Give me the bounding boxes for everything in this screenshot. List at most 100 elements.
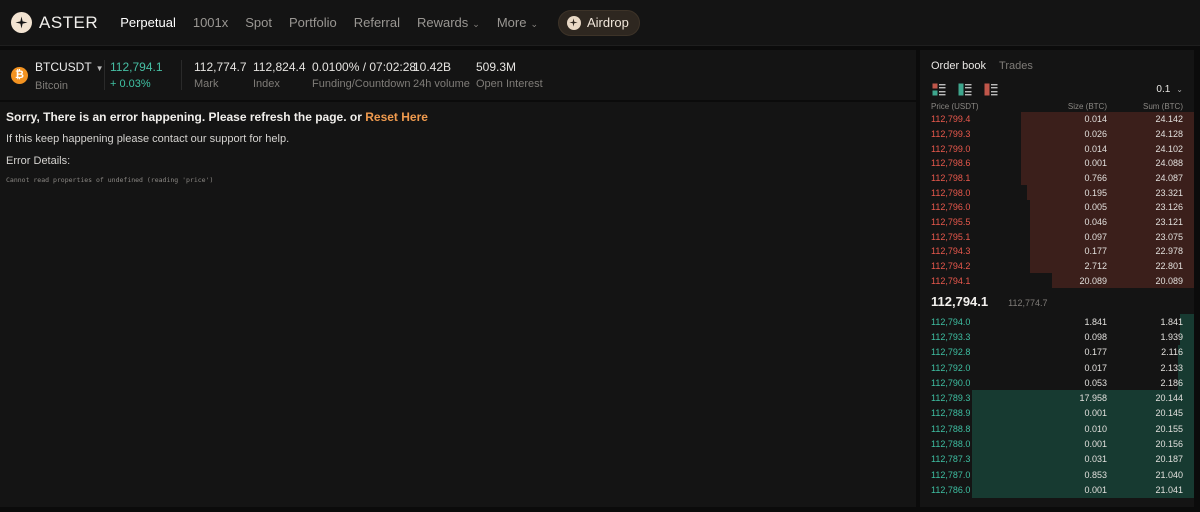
ask-row[interactable]: 112,798.6 0.001 24.088 (920, 155, 1194, 171)
bid-row[interactable]: 112,790.0 0.053 2.186 (920, 375, 1194, 391)
view-asks-icon[interactable] (984, 83, 998, 96)
funding-countdown: 0.0100% / 07:02:28 (312, 60, 417, 74)
bitcoin-icon: ₿ (11, 66, 28, 84)
funding-label: Funding/Countdown (312, 78, 411, 90)
order-size: 0.097 (1084, 231, 1107, 242)
order-sum: 23.121 (1155, 216, 1183, 227)
view-both-icon[interactable] (932, 83, 946, 96)
mid-price-row: 112,794.1 112,774.7 (920, 288, 1194, 312)
ask-row[interactable]: 112,795.5 0.046 23.121 (920, 214, 1194, 230)
nav-rewards[interactable]: Rewards ⌄ (417, 15, 480, 30)
nav-portfolio[interactable]: Portfolio (289, 15, 337, 30)
nav-referral[interactable]: Referral (354, 15, 400, 30)
ask-row[interactable]: 112,799.0 0.014 24.102 (920, 141, 1194, 156)
order-price: 112,789.3 (931, 393, 971, 404)
ask-row[interactable]: 112,794.2 2.712 22.801 (920, 258, 1194, 274)
top-navigation: ASTER Perpetual 1001x Spot Portfolio Ref… (0, 0, 1200, 46)
order-size: 0.766 (1084, 172, 1107, 183)
bid-row[interactable]: 112,792.8 0.177 2.116 (920, 344, 1194, 360)
ask-row[interactable]: 112,794.1 20.089 20.089 (920, 273, 1194, 288)
bid-row[interactable]: 112,794.0 1.841 1.841 (920, 314, 1194, 330)
asset-name: Bitcoin (35, 80, 69, 92)
order-price: 112,788.9 (931, 408, 971, 419)
order-book-toolbar: 0.1 ⌄ (920, 72, 1194, 98)
error-help-text: If this keep happening please contact ou… (6, 133, 290, 145)
order-sum: 2.186 (1160, 377, 1183, 388)
mark-price-small: 112,774.7 (1008, 298, 1048, 308)
brand-name: ASTER (39, 12, 99, 32)
bid-row[interactable]: 112,789.3 17.958 20.144 (920, 390, 1194, 406)
order-sum: 20.089 (1155, 275, 1183, 286)
open-interest: 509.3M (476, 60, 517, 74)
nav-perpetual[interactable]: Perpetual (120, 15, 176, 30)
error-title: Sorry, There is an error happening. Plea… (6, 110, 910, 124)
ask-row[interactable]: 112,794.3 0.177 22.978 (920, 243, 1194, 259)
tab-order-book[interactable]: Order book (931, 60, 986, 72)
bids-list: 112,794.0 1.841 1.841 112,793.3 0.098 1.939 11… (920, 314, 1194, 498)
view-bids-icon[interactable] (958, 83, 972, 96)
ask-row[interactable]: 112,799.3 0.026 24.128 (920, 126, 1194, 142)
bid-row[interactable]: 112,788.9 0.001 20.145 (920, 405, 1194, 422)
order-price: 112,799.0 (931, 143, 971, 154)
ask-row[interactable]: 112,798.0 0.195 23.321 (920, 185, 1194, 200)
funding-stat: 0.0100% / 07:02:28 Funding/Countdown (312, 60, 417, 90)
order-size: 0.001 (1084, 439, 1107, 450)
nav-1001x[interactable]: 1001x (193, 15, 228, 30)
index-label: Index (253, 78, 280, 90)
ask-row[interactable]: 112,796.0 0.005 23.126 (920, 199, 1194, 215)
tick-size-select[interactable]: 0.1 ⌄ (1156, 84, 1183, 95)
order-size: 0.001 (1084, 158, 1107, 169)
last-price-stat: 112,794.1 + 0.03% (110, 60, 170, 90)
order-price: 112,794.1 (931, 275, 971, 286)
order-size: 0.005 (1084, 202, 1107, 213)
order-size: 17.958 (1079, 393, 1107, 404)
order-size: 0.853 (1084, 469, 1107, 480)
order-sum: 2.116 (1161, 347, 1183, 358)
order-price: 112,786.0 (931, 484, 971, 495)
nav-more-label: More (496, 15, 527, 30)
order-price: 112,794.2 (931, 260, 971, 271)
order-size: 0.026 (1084, 128, 1107, 139)
caret-down-icon: ▼ (95, 64, 104, 73)
nav-spot[interactable]: Spot (245, 15, 272, 30)
order-size: 0.046 (1084, 216, 1107, 227)
order-sum: 20.156 (1155, 439, 1183, 450)
open-interest-stat: 509.3M Open Interest (476, 60, 543, 90)
bid-row[interactable]: 112,788.0 0.001 20.156 (920, 436, 1194, 452)
sum-column-header: Sum (BTC) (1143, 102, 1183, 111)
reset-link[interactable]: Reset Here (365, 110, 428, 124)
order-sum: 2.133 (1160, 362, 1183, 373)
ask-row[interactable]: 112,799.4 0.014 24.142 (920, 112, 1194, 127)
bid-row[interactable]: 112,786.0 0.001 21.041 (920, 482, 1194, 498)
ask-row[interactable]: 112,795.1 0.097 23.075 (920, 229, 1194, 244)
ask-row[interactable]: 112,798.1 0.766 24.087 (920, 170, 1194, 186)
order-book-panel: Order book Trades 0.1 ⌄ Price (USDT) Size… (920, 50, 1194, 507)
brand[interactable]: ASTER (11, 12, 98, 33)
bid-row[interactable]: 112,787.0 0.853 21.040 (920, 466, 1194, 483)
volume-24h: 10.42B (413, 60, 452, 74)
nav-rewards-label: Rewards (416, 15, 469, 30)
airdrop-button[interactable]: Airdrop (557, 9, 640, 36)
nav-more[interactable]: More ⌄ (497, 15, 538, 30)
price-column-header: Price (USDT) (931, 102, 979, 111)
tab-trades[interactable]: Trades (999, 60, 1033, 72)
error-title-text: Sorry, There is an error happening. Plea… (6, 110, 366, 124)
bid-row[interactable]: 112,787.3 0.031 20.187 (920, 451, 1194, 467)
order-size: 20.089 (1079, 275, 1107, 286)
symbol-selector[interactable]: ₿ BTCUSDT ▼ Bitcoin (0, 58, 104, 92)
order-size: 0.014 (1084, 114, 1107, 125)
bid-row[interactable]: 112,793.3 0.098 1.939 (920, 329, 1194, 345)
last-price: 112,794.1 (110, 60, 163, 74)
order-sum: 22.978 (1155, 246, 1183, 257)
order-price: 112,795.1 (931, 231, 971, 242)
bid-row[interactable]: 112,792.0 0.017 2.133 (920, 359, 1194, 376)
ticker-bar: ₿ BTCUSDT ▼ Bitcoin 112,794.1 + 0.03% 112… (0, 50, 916, 100)
open-interest-label: Open Interest (476, 78, 543, 90)
bid-row[interactable]: 112,788.8 0.010 20.155 (920, 421, 1194, 437)
order-size: 0.098 (1084, 331, 1107, 342)
order-sum: 24.088 (1155, 158, 1183, 169)
order-price: 112,798.0 (931, 187, 971, 198)
order-price: 112,790.0 (931, 377, 971, 388)
order-sum: 24.102 (1155, 143, 1183, 154)
order-sum: 1.841 (1160, 316, 1183, 327)
